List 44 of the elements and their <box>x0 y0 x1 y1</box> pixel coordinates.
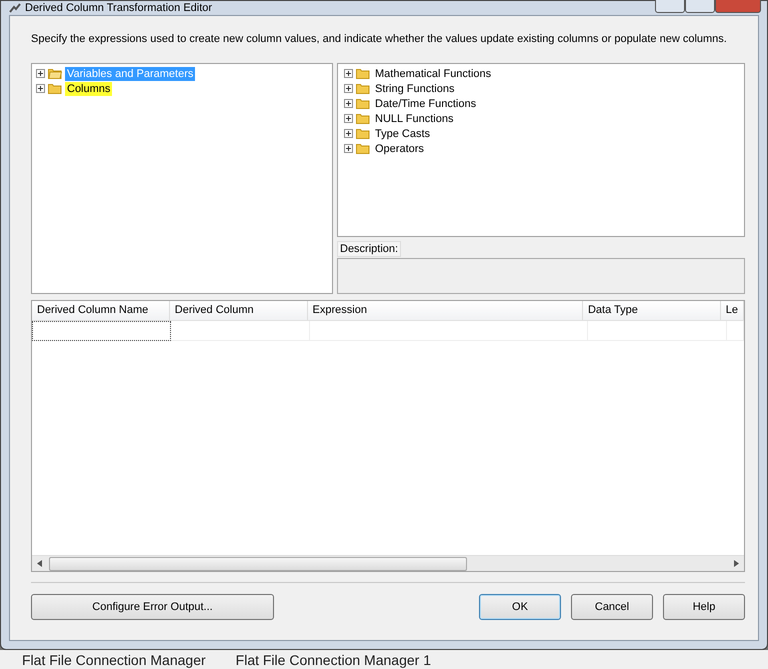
column-header[interactable]: Data Type <box>582 301 721 320</box>
folder-icon <box>356 68 370 79</box>
connection-manager-label: Flat File Connection Manager <box>22 653 206 667</box>
tree-item[interactable]: Mathematical Functions <box>373 66 494 80</box>
dialog-button[interactable]: OK <box>479 594 561 620</box>
dialog-button[interactable]: Configure Error Output... <box>31 594 274 620</box>
tree-item[interactable]: Type Casts <box>373 126 432 140</box>
instruction-text: Specify the expressions used to create new column values, and indicate whether the values update existing columns or populate new columns. <box>31 33 728 47</box>
dialog-button[interactable]: Help <box>663 594 745 620</box>
plus-icon[interactable] <box>36 84 45 93</box>
maximize-button[interactable] <box>685 0 715 13</box>
column-header[interactable]: Derived Column <box>170 301 308 320</box>
tree-item[interactable]: Operators <box>373 142 426 156</box>
horizontal-scrollbar[interactable] <box>32 555 744 571</box>
folder-icon <box>356 98 370 109</box>
plus-icon[interactable] <box>344 99 353 108</box>
folder-icon <box>48 68 62 79</box>
plus-icon[interactable] <box>344 84 353 93</box>
plus-icon[interactable] <box>344 114 353 123</box>
folder-icon <box>356 143 370 154</box>
plus-icon[interactable] <box>344 69 353 78</box>
tree-item[interactable]: Columns <box>65 82 112 96</box>
plus-icon[interactable] <box>344 144 353 153</box>
folder-icon <box>356 83 370 94</box>
scroll-left-icon[interactable] <box>37 560 42 567</box>
window-title: Derived Column Transformation Editor <box>25 2 212 14</box>
tree-item[interactable]: NULL Functions <box>373 112 456 126</box>
folder-icon <box>48 83 62 94</box>
plus-icon[interactable] <box>344 129 353 138</box>
plus-icon[interactable] <box>36 69 45 78</box>
description-label: Description: <box>337 241 402 257</box>
folder-icon <box>356 113 370 124</box>
column-header[interactable]: Expression <box>308 301 583 320</box>
tree-item[interactable]: String Functions <box>373 82 456 96</box>
minimize-button[interactable] <box>655 0 685 13</box>
column-header[interactable]: Le <box>720 301 744 320</box>
table-cell[interactable] <box>32 321 171 341</box>
column-header[interactable]: Derived Column Name <box>32 301 170 320</box>
tree-item[interactable]: Date/Time Functions <box>373 96 478 110</box>
folder-icon <box>356 128 370 139</box>
dialog-button[interactable]: Cancel <box>571 594 653 620</box>
connection-manager-label: Flat File Connection Manager 1 <box>236 653 431 667</box>
app-icon <box>9 3 21 13</box>
scroll-right-icon[interactable] <box>734 560 739 567</box>
